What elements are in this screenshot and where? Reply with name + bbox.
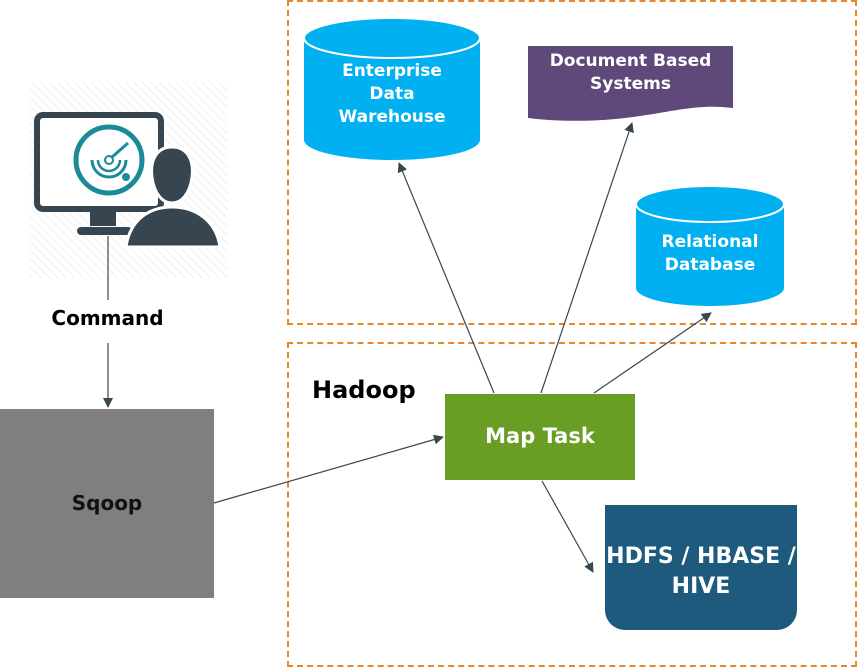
docs-label: Document Based Systems: [549, 51, 712, 94]
command-label: Command: [51, 306, 164, 330]
arrow-maptask-to-docs: [540, 122, 634, 394]
user-monitor-icon: [30, 82, 228, 278]
arrow-sqoop-to-maptask: [213, 434, 444, 504]
rdb-label: Relational Database: [661, 232, 759, 275]
arrow-maptask-to-hdfs: [541, 480, 594, 573]
map-task-label: Map Task: [485, 424, 595, 448]
hadoop-title: Hadoop: [312, 376, 416, 404]
sqoop-label: Sqoop: [71, 491, 143, 515]
hdfs-label: HDFS / HBASE / HIVE: [606, 544, 796, 599]
arrow-maptask-to-edw: [397, 162, 495, 394]
edw-label: Enterprise Data Warehouse: [338, 61, 446, 127]
arrow-maptask-to-rdb: [593, 312, 712, 394]
